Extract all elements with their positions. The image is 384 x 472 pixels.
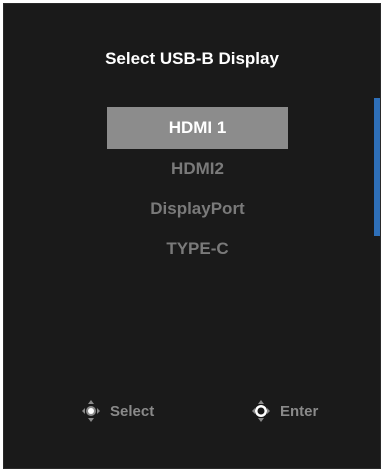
dialog-title: Select USB-B Display	[105, 49, 279, 68]
osd-dialog: Select USB-B Display HDMI 1 HDMI2 Displa…	[3, 3, 381, 469]
joystick-press-icon	[248, 398, 274, 424]
option-hdmi-1[interactable]: HDMI 1	[107, 107, 288, 149]
enter-hint: Enter	[248, 398, 318, 424]
select-hint-label: Select	[110, 402, 155, 420]
input-option-list: HDMI 1 HDMI2 DisplayPort TYPE-C	[107, 107, 288, 269]
option-type-c[interactable]: TYPE-C	[107, 229, 288, 269]
enter-hint-label: Enter	[280, 402, 319, 420]
scrollbar-thumb[interactable]	[374, 98, 380, 236]
option-hdmi-2[interactable]: HDMI2	[107, 149, 288, 189]
option-displayport[interactable]: DisplayPort	[107, 189, 288, 229]
scrollbar[interactable]	[374, 98, 380, 236]
joystick-up-down-icon	[78, 398, 104, 424]
select-hint: Select	[78, 398, 154, 424]
